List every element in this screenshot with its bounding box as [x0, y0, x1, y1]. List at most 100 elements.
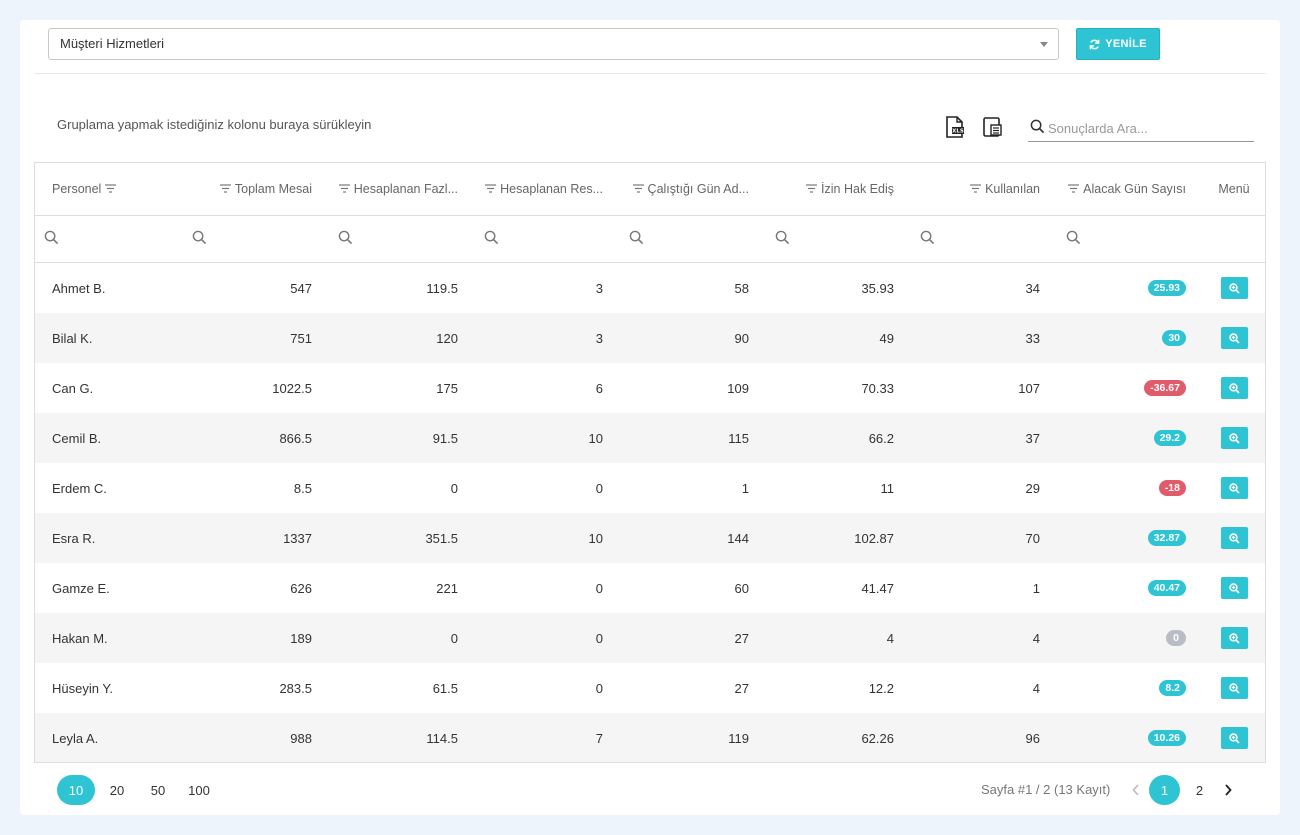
- zoom-in-icon: [1228, 632, 1240, 644]
- table-cell: 751: [290, 330, 312, 346]
- table-cell: 27: [734, 680, 749, 696]
- column-header[interactable]: Toplam Mesai: [183, 163, 329, 215]
- status-badge: 10.26: [1147, 730, 1186, 746]
- filter-icon[interactable]: [970, 182, 982, 196]
- status-badge: -18: [1158, 480, 1186, 496]
- detail-button[interactable]: [1220, 577, 1248, 599]
- column-header-label: Hesaplanan Res...: [500, 182, 603, 196]
- table-row: Gamze E. 626 221 0 60 41.47 1 40.47: [35, 563, 1265, 613]
- table-row: Hüseyin Y. 283.5 61.5 0 27 12.2 4 8.2: [35, 663, 1265, 713]
- detail-button[interactable]: [1220, 427, 1248, 449]
- zoom-in-icon: [1228, 682, 1240, 694]
- page-size-10[interactable]: 10: [57, 775, 95, 805]
- column-header[interactable]: Kullanılan: [911, 163, 1057, 215]
- status-badge: 29.2: [1153, 430, 1186, 446]
- filter-cell[interactable]: [1057, 216, 1203, 262]
- filter-icon[interactable]: [105, 182, 117, 196]
- table-cell: [1203, 563, 1265, 613]
- search-icon[interactable]: [44, 230, 59, 248]
- chevron-right-icon[interactable]: [1217, 775, 1239, 805]
- filter-cell[interactable]: [620, 216, 766, 262]
- table-cell: 61.5: [432, 680, 458, 696]
- chevron-left-icon[interactable]: [1125, 775, 1147, 805]
- search-icon[interactable]: [629, 230, 644, 248]
- department-select[interactable]: Müşteri Hizmetleri: [48, 28, 1059, 60]
- personnel-name: Hüseyin Y.: [52, 680, 113, 696]
- table-cell: 626: [290, 580, 312, 596]
- table-cell: 58: [734, 280, 749, 296]
- department-select-value: Müşteri Hizmetleri: [60, 36, 165, 51]
- table-cell: [1203, 713, 1265, 762]
- excel-export-icon[interactable]: XLS: [944, 115, 966, 139]
- filter-icon[interactable]: [806, 182, 818, 196]
- filter-cell[interactable]: [911, 216, 1057, 262]
- table-cell: 34: [1025, 280, 1040, 296]
- table-cell: 0: [1057, 613, 1203, 663]
- filter-icon[interactable]: [1068, 182, 1080, 196]
- table-cell: 62.26: [861, 730, 894, 746]
- table-cell: 12.2: [868, 680, 894, 696]
- column-header[interactable]: Hesaplanan Fazl...: [329, 163, 475, 215]
- group-panel-hint: Gruplama yapmak istediğiniz kolonu buray…: [57, 117, 372, 132]
- detail-button[interactable]: [1220, 477, 1248, 499]
- divider: [34, 73, 1266, 74]
- page-size-20[interactable]: 20: [98, 775, 136, 805]
- table-cell: 0: [595, 680, 603, 696]
- column-header[interactable]: Hesaplanan Res...: [475, 163, 620, 215]
- table-cell: 0: [595, 630, 603, 646]
- filter-cell[interactable]: [766, 216, 911, 262]
- table-cell: [1203, 413, 1265, 463]
- zoom-in-icon: [1228, 282, 1240, 294]
- filter-icon[interactable]: [338, 182, 350, 196]
- refresh-button[interactable]: YENİLE: [1076, 28, 1160, 60]
- table-cell: 60: [734, 580, 749, 596]
- page-2-button[interactable]: 2: [1184, 775, 1215, 805]
- detail-button[interactable]: [1220, 377, 1248, 399]
- detail-button[interactable]: [1220, 527, 1248, 549]
- table-cell: 4: [1032, 630, 1040, 646]
- filter-cell[interactable]: [329, 216, 475, 262]
- table-cell: 25.93: [1057, 263, 1203, 313]
- main-card: Müşteri Hizmetleri YENİLE Gruplama yapma…: [20, 20, 1280, 815]
- table-cell: 96: [1025, 730, 1040, 746]
- table-cell: 3: [595, 280, 603, 296]
- column-header[interactable]: Menü: [1203, 163, 1265, 215]
- column-header[interactable]: Çalıştığı Gün Ad...: [620, 163, 766, 215]
- table-cell: 120: [436, 330, 458, 346]
- filter-icon[interactable]: [219, 182, 231, 196]
- filter-cell[interactable]: [35, 216, 183, 262]
- page-size-100[interactable]: 100: [180, 775, 218, 805]
- table-cell: 49: [879, 330, 894, 346]
- search-icon[interactable]: [484, 230, 499, 248]
- column-header[interactable]: Alacak Gün Sayısı: [1057, 163, 1203, 215]
- filter-icon[interactable]: [485, 182, 497, 196]
- table-cell: 119.5: [426, 280, 458, 296]
- column-header[interactable]: İzin Hak Ediş: [766, 163, 911, 215]
- table-cell: 29: [1025, 480, 1040, 496]
- search-icon: [1030, 119, 1045, 139]
- detail-button[interactable]: [1220, 327, 1248, 349]
- table-cell: 7: [595, 730, 603, 746]
- results-search-input[interactable]: [1048, 116, 1252, 140]
- filter-cell[interactable]: [183, 216, 329, 262]
- table-cell: 1: [1032, 580, 1040, 596]
- search-icon[interactable]: [192, 230, 207, 248]
- table-cell: 866.5: [279, 430, 312, 446]
- search-icon[interactable]: [338, 230, 353, 248]
- personnel-name: Bilal K.: [52, 330, 93, 346]
- search-icon[interactable]: [1066, 230, 1081, 248]
- column-chooser-icon[interactable]: [981, 115, 1003, 139]
- filter-cell[interactable]: [475, 216, 620, 262]
- column-header[interactable]: Personel: [35, 163, 183, 215]
- page-size-50[interactable]: 50: [139, 775, 177, 805]
- table-cell: 4: [1032, 680, 1040, 696]
- search-icon[interactable]: [920, 230, 935, 248]
- detail-button[interactable]: [1220, 727, 1248, 749]
- table-cell: 119: [728, 730, 749, 746]
- detail-button[interactable]: [1220, 277, 1248, 299]
- filter-icon[interactable]: [632, 182, 644, 196]
- page-1-button[interactable]: 1: [1149, 775, 1180, 805]
- detail-button[interactable]: [1220, 677, 1248, 699]
- search-icon[interactable]: [775, 230, 790, 248]
- detail-button[interactable]: [1220, 627, 1248, 649]
